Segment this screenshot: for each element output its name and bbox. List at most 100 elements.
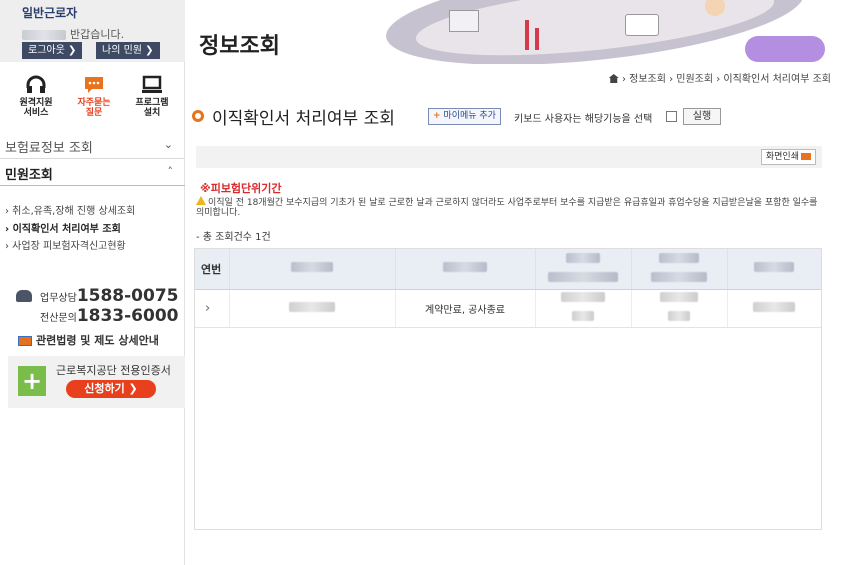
cert-box: 근로복지공단 전용인증서 신청하기 ❯ xyxy=(8,356,185,408)
bus-illustration-icon xyxy=(625,14,659,36)
col-header-2 xyxy=(229,249,396,290)
redacted-header xyxy=(443,262,487,273)
notice-title: ※피보험단위기간 xyxy=(200,182,282,195)
arrow-illustration-icon-2 xyxy=(535,28,539,50)
run-button[interactable]: 실행 xyxy=(683,108,721,125)
faq-label-1: 자주묻는 xyxy=(77,98,111,108)
law-info-label: 관련법령 및 제도 상세안내 xyxy=(36,334,159,347)
submenu-item-insured-status[interactable]: › 사업장 피보험자격신고현황 xyxy=(5,237,126,252)
results-table: 연번 › 계약만료, 공사종료 xyxy=(194,248,822,530)
contact-consult: 업무상담1588-0075 xyxy=(40,286,179,306)
circle-bullet-icon xyxy=(192,110,204,122)
consult-number: 1588-0075 xyxy=(76,286,179,306)
redacted-header xyxy=(659,252,699,263)
faq-link[interactable]: 자주묻는 질문 xyxy=(66,70,122,130)
user-name: 일반근로자 xyxy=(22,6,78,20)
my-case-button[interactable]: 나의 민원 ❯ xyxy=(96,42,160,59)
submenu-item-claim-detail[interactable]: › 취소,유족,장해 진행 상세조회 xyxy=(5,202,135,217)
it-prefix: 전산문의 xyxy=(40,313,77,324)
col-header-index: 연번 xyxy=(195,249,230,290)
print-label: 화면인쇄 xyxy=(765,152,799,162)
laptop-icon xyxy=(18,336,32,346)
redacted-value xyxy=(753,301,796,312)
remote-support-label-2: 서비스 xyxy=(23,108,49,118)
printer-icon xyxy=(801,153,811,160)
home-icon[interactable] xyxy=(608,74,619,83)
chevron-up-icon: ˄ xyxy=(167,165,174,178)
contact-it: 전산문의1833-6000 xyxy=(40,306,179,326)
program-install-label-2: 설치 xyxy=(143,108,161,118)
redacted-header xyxy=(291,262,333,273)
redacted-value xyxy=(668,311,690,321)
redacted-header xyxy=(548,271,618,282)
table-row[interactable]: › 계약만료, 공사종료 xyxy=(195,289,821,328)
notice-text: 이직일 전 18개월간 보수지급의 기초가 된 날로 근로한 날과 근로하지 않… xyxy=(196,198,818,218)
my-case-label: 나의 민원 xyxy=(102,45,142,56)
headset-icon xyxy=(25,74,47,96)
menu-civil-label: 민원조회 xyxy=(5,168,53,183)
keyboard-hint: 키보드 사용자는 해당기능을 선택 xyxy=(514,114,653,125)
redacted-value xyxy=(572,311,594,321)
redacted-value xyxy=(660,292,698,302)
phone-icon xyxy=(16,290,32,302)
contact-box: 업무상담1588-0075 전산문의1833-6000 xyxy=(0,280,185,332)
chat-bubble-icon xyxy=(83,74,105,96)
col-header-5 xyxy=(631,249,728,290)
law-info-link[interactable]: 관련법령 및 제도 상세안내 xyxy=(18,332,159,348)
add-mymenu-label: 마이메뉴 추가 xyxy=(443,111,496,121)
toolbar-bar: 화면인쇄 xyxy=(196,146,822,168)
cert-apply-button[interactable]: 신청하기 ❯ xyxy=(66,380,156,398)
cloud-illustration-icon xyxy=(745,36,825,62)
logout-button[interactable]: 로그아웃 ❯ xyxy=(22,42,83,59)
redacted-username xyxy=(22,30,66,40)
print-button[interactable]: 화면인쇄 xyxy=(760,149,816,165)
menu-insurance-info-label: 보험료정보 조회 xyxy=(5,141,93,156)
cell-redacted xyxy=(631,289,728,328)
table-header-row: 연번 xyxy=(195,249,821,290)
menu-civil[interactable]: 민원조회 ˄ xyxy=(0,160,185,186)
cert-title: 근로복지공단 전용인증서 xyxy=(56,364,171,377)
col-header-3 xyxy=(395,249,536,290)
cell-status: 계약만료, 공사종료 xyxy=(395,289,536,328)
sidebar: 일반근로자 반갑습니다. 로그아웃 ❯ 나의 민원 ❯ 원격지원 서비스 자주묻는… xyxy=(0,0,185,565)
keyboard-checkbox[interactable] xyxy=(666,111,677,122)
program-install-label: 프로그램 설치 xyxy=(124,98,180,118)
section-heading: 정보조회 xyxy=(199,34,280,59)
logout-label: 로그아웃 xyxy=(28,45,65,56)
cell-redacted xyxy=(727,289,821,328)
col-header-6 xyxy=(727,249,821,290)
remote-support-label: 원격지원 서비스 xyxy=(8,98,64,118)
redacted-value xyxy=(561,292,605,302)
program-install-link[interactable]: 프로그램 설치 xyxy=(124,70,180,130)
monitor-icon xyxy=(141,74,163,96)
cert-plus-icon xyxy=(18,366,46,396)
program-install-label-1: 프로그램 xyxy=(135,98,169,108)
redacted-header xyxy=(651,271,707,282)
faq-label: 자주묻는 질문 xyxy=(66,98,122,118)
page-title: 이직확인서 처리여부 조회 xyxy=(212,109,395,129)
menu-insurance-info[interactable]: 보험료정보 조회 ⌄ xyxy=(0,133,185,159)
remote-support-label-1: 원격지원 xyxy=(19,98,53,108)
redacted-value xyxy=(289,301,335,312)
row-expand-toggle[interactable]: › xyxy=(195,289,230,328)
arrow-illustration-icon xyxy=(525,20,529,50)
cell-redacted xyxy=(229,289,396,328)
submenu-item-separation-cert[interactable]: › 이직확인서 처리여부 조회 xyxy=(5,220,121,235)
col-header-4 xyxy=(535,249,632,290)
remote-support-link[interactable]: 원격지원 서비스 xyxy=(8,70,64,130)
notice-body: 이직일 전 18개월간 보수지급의 기초가 된 날로 근로한 날과 근로하지 않… xyxy=(196,196,824,218)
cell-redacted xyxy=(535,289,632,328)
add-mymenu-button[interactable]: + 마이메뉴 추가 xyxy=(428,108,501,125)
breadcrumb: › 정보조회 › 민원조회 › 이직확인서 처리여부 조회 xyxy=(608,70,831,85)
house-illustration-icon xyxy=(449,10,479,32)
faq-label-2: 질문 xyxy=(85,108,103,118)
greeting-text: 반갑습니다. xyxy=(70,28,125,41)
result-count: - 총 조회건수 1건 xyxy=(196,232,271,243)
it-number: 1833-6000 xyxy=(76,306,179,326)
user-box: 일반근로자 반갑습니다. 로그아웃 ❯ 나의 민원 ❯ xyxy=(0,0,185,62)
user-greeting: 반갑습니다. xyxy=(22,26,162,41)
consult-prefix: 업무상담 xyxy=(40,293,77,304)
breadcrumb-path: › 정보조회 › 민원조회 › 이직확인서 처리여부 조회 xyxy=(621,74,831,85)
header-band: 정보조회 xyxy=(185,0,845,64)
quick-links: 원격지원 서비스 자주묻는 질문 프로그램 설치 xyxy=(0,70,185,130)
